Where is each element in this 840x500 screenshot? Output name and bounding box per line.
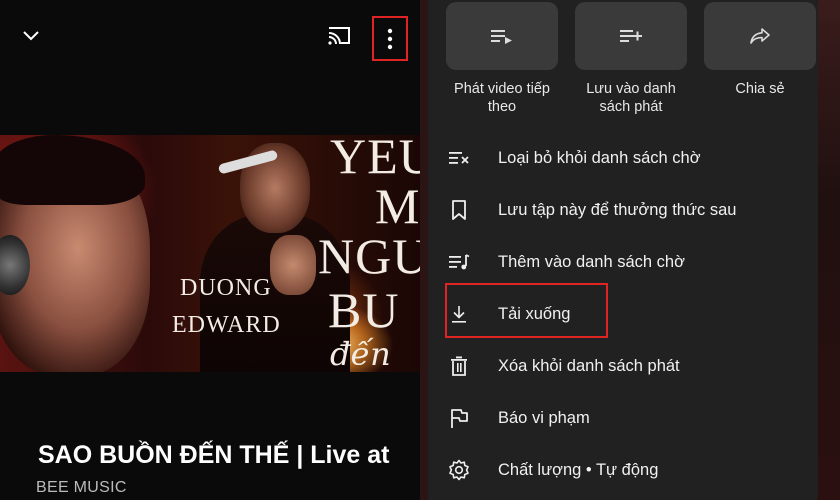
more-options-button[interactable]: [372, 16, 408, 61]
thumb-text-duong: DUONG: [180, 275, 272, 301]
chevron-down-icon[interactable]: [20, 24, 42, 46]
share-action[interactable]: Chia sẻ: [704, 2, 816, 98]
menu-item-label: Chất lượng • Tự động: [498, 460, 659, 479]
play-next-action[interactable]: Phát video tiếp theo: [446, 2, 558, 116]
menu-item-label: Loại bỏ khỏi danh sách chờ: [498, 148, 701, 167]
thumb-text-edward: EDWARD: [172, 312, 281, 338]
add-to-queue-icon: [448, 251, 470, 273]
quick-actions: Phát video tiếp theo Lưu vào danh sách p…: [446, 2, 816, 122]
play-next-icon: [491, 30, 512, 44]
thumb-text-yeu: YEU: [330, 135, 420, 184]
menu-item-label: Lưu tập này để thưởng thức sau: [498, 200, 737, 219]
background-edge: [818, 0, 840, 500]
singer-hair: [0, 135, 145, 205]
play-next-label: Phát video tiếp theo: [454, 81, 550, 115]
singer-hand: [270, 235, 316, 295]
video-title: SAO BUỒN ĐẾN THẾ | Live at: [38, 441, 390, 469]
remove-from-queue-icon: [448, 147, 470, 169]
menu-item-label: Xóa khỏi danh sách phát: [498, 356, 680, 375]
save-to-playlist-action[interactable]: Lưu vào danh sách phát: [575, 2, 687, 116]
channel-name[interactable]: BEE MUSIC: [36, 479, 127, 497]
thumb-text-ngu: NGU: [318, 228, 420, 284]
share-label: Chia sẻ: [735, 81, 785, 97]
menu-item-save-for-later[interactable]: Lưu tập này để thưởng thức sau: [428, 184, 818, 236]
trash-icon: [448, 355, 470, 377]
more-vertical-icon: [387, 28, 393, 49]
bookmark-icon: [448, 199, 470, 221]
thumb-text-m: M: [375, 178, 420, 234]
menu-item-label: Thêm vào danh sách chờ: [498, 252, 685, 271]
menu-item-quality[interactable]: Chất lượng • Tự động: [428, 444, 818, 496]
menu-item-add-to-queue[interactable]: Thêm vào danh sách chờ: [428, 236, 818, 288]
add-to-playlist-icon: [620, 30, 642, 42]
menu-item-delete-from-playlist[interactable]: Xóa khỏi danh sách phát: [428, 340, 818, 392]
thumb-text-script: đến: [330, 335, 391, 372]
video-thumbnail[interactable]: YEU M NGU BU DUONG EDWARD đến: [0, 135, 420, 372]
thumb-text-bu: BU: [328, 282, 400, 338]
settings-icon: [448, 459, 470, 481]
share-icon: [750, 28, 770, 44]
save-to-playlist-tile[interactable]: [575, 2, 687, 70]
save-to-playlist-label: Lưu vào danh sách phát: [586, 81, 676, 115]
cast-icon[interactable]: [326, 24, 352, 46]
menu-item-report[interactable]: Báo vi phạm: [428, 392, 818, 444]
download-highlight-box: [445, 283, 608, 338]
share-tile[interactable]: [704, 2, 816, 70]
video-player-pane: YEU M NGU BU DUONG EDWARD đến SAO BUỒN Đ…: [0, 0, 420, 500]
menu-item-label: Báo vi phạm: [498, 408, 590, 427]
player-top-bar: [0, 0, 420, 80]
menu-item-remove-from-queue[interactable]: Loại bỏ khỏi danh sách chờ: [428, 132, 818, 184]
play-next-tile[interactable]: [446, 2, 558, 70]
flag-icon: [448, 407, 470, 429]
